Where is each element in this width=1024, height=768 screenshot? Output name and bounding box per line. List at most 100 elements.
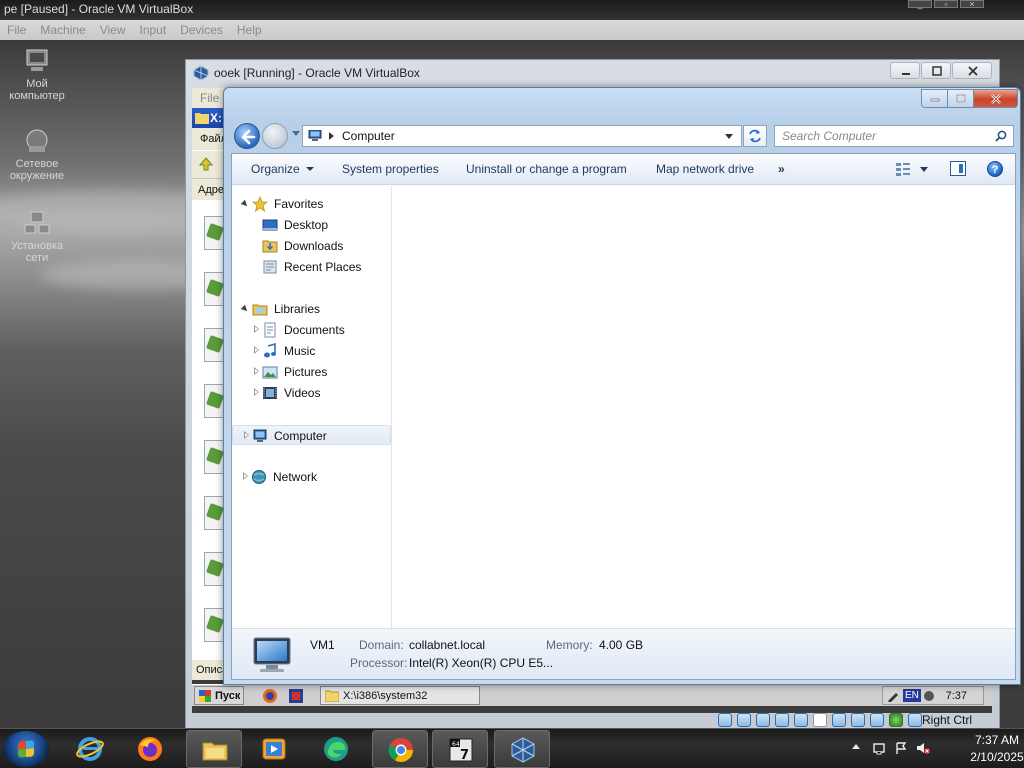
flag-icon[interactable] [894, 741, 908, 755]
guest-start-button[interactable]: Пуск [194, 686, 244, 705]
expanded-arrow-icon[interactable] [240, 199, 250, 209]
memory-label: Memory: [546, 638, 593, 652]
desktop-icon-my-computer[interactable]: Мой компьютер [0, 46, 74, 102]
shared-folders-icon[interactable] [813, 713, 827, 727]
search-box[interactable] [774, 125, 1014, 147]
clock-date[interactable]: 2/10/2025 [970, 750, 1024, 764]
taskbar-7zip[interactable]: 64 7 [432, 730, 488, 768]
refresh-button[interactable] [743, 125, 767, 147]
content-pane[interactable] [393, 186, 1015, 628]
system-properties-button[interactable]: System properties [342, 162, 439, 176]
minimize-icon [902, 73, 910, 75]
help-button[interactable]: ? [987, 161, 1003, 177]
outer-maximize-button[interactable]: ▫ [934, 0, 958, 9]
vm-maximize-button[interactable] [921, 62, 951, 79]
nav-item-videos[interactable]: Videos [232, 383, 391, 403]
tray-icon[interactable] [923, 690, 935, 702]
vm-minimize-button[interactable] [890, 62, 920, 79]
map-network-drive-button[interactable]: Map network drive [656, 162, 754, 176]
taskbar-chrome[interactable] [372, 730, 428, 768]
change-view-icon[interactable] [896, 162, 910, 176]
firefox-icon[interactable] [262, 688, 278, 704]
search-input[interactable] [775, 126, 987, 146]
nav-network[interactable]: Network [232, 467, 391, 487]
nav-item-desktop[interactable]: Desktop [232, 215, 391, 235]
outer-minimize-button[interactable]: _ [908, 0, 932, 9]
nav-item-recent-places[interactable]: Recent Places [232, 257, 391, 277]
preview-pane-button[interactable] [950, 161, 966, 176]
explorer-minimize-button[interactable] [921, 89, 948, 108]
collapsed-arrow-icon[interactable] [254, 388, 259, 396]
address-bar[interactable]: Computer [302, 125, 742, 147]
taskbar-firefox[interactable] [122, 730, 178, 768]
address-location[interactable]: Computer [342, 129, 395, 143]
vm-close-button[interactable] [952, 62, 992, 79]
network-adapter-icon[interactable] [775, 713, 789, 727]
taskbar-media-player[interactable] [246, 730, 302, 768]
nav-computer[interactable]: Computer [232, 425, 391, 445]
outer-menu-file[interactable]: File [0, 20, 33, 40]
optical-drive-icon[interactable] [737, 713, 751, 727]
guest-menu-file[interactable]: File [200, 91, 219, 105]
nav-item-downloads[interactable]: Downloads [232, 236, 391, 256]
computer-icon [253, 429, 267, 442]
explorer-maximize-button[interactable] [948, 89, 974, 108]
view-options-dropdown[interactable] [920, 167, 928, 172]
organize-button[interactable]: Organize [251, 162, 314, 176]
volume-muted-icon[interactable] [916, 741, 930, 755]
guest-task-folder[interactable]: X:\i386\system32 [320, 686, 480, 705]
explorer-close-button[interactable] [974, 89, 1018, 108]
navigation-pane: Favorites Desktop Downloads Recent Place… [232, 186, 392, 628]
nav-favorites[interactable]: Favorites [232, 194, 391, 214]
host-key-arrow-icon[interactable] [908, 713, 922, 727]
collapsed-arrow-icon[interactable] [254, 325, 259, 333]
desktop-icon [262, 219, 278, 231]
taskbar-virtualbox[interactable] [494, 730, 550, 768]
outer-menu-view[interactable]: View [93, 20, 133, 40]
app-icon[interactable] [288, 688, 304, 704]
uninstall-program-button[interactable]: Uninstall or change a program [466, 162, 627, 176]
start-button[interactable] [3, 731, 49, 767]
forward-button[interactable] [262, 123, 288, 149]
up-folder-icon[interactable] [198, 156, 214, 172]
usb-icon[interactable] [794, 713, 808, 727]
outer-menu-machine[interactable]: Machine [33, 20, 92, 40]
taskbar-file-explorer[interactable] [186, 730, 242, 768]
outer-close-button[interactable]: × [960, 0, 984, 9]
desktop-icon-network-places[interactable]: Сетевое окружение [0, 126, 74, 182]
recording-icon[interactable] [851, 713, 865, 727]
collapsed-arrow-icon[interactable] [244, 431, 249, 439]
mouse-integration-icon[interactable] [889, 713, 903, 727]
taskbar-internet-explorer[interactable] [62, 730, 118, 768]
more-commands-button[interactable]: » [778, 162, 785, 176]
nav-item-documents[interactable]: Documents [232, 320, 391, 340]
action-center-icon[interactable] [872, 741, 886, 755]
address-dropdown-icon[interactable] [725, 134, 733, 139]
search-icon[interactable] [995, 130, 1007, 142]
display-icon[interactable] [832, 713, 846, 727]
collapsed-arrow-icon[interactable] [243, 472, 248, 480]
outer-menu-help[interactable]: Help [230, 20, 269, 40]
virtualization-icon[interactable] [870, 713, 884, 727]
outer-menu-devices[interactable]: Devices [173, 20, 230, 40]
show-hidden-icons-button[interactable] [852, 744, 860, 749]
collapsed-arrow-icon[interactable] [254, 367, 259, 375]
network-places-icon [21, 126, 53, 156]
collapsed-arrow-icon[interactable] [254, 346, 259, 354]
clock-time[interactable]: 7:37 AM [970, 733, 1024, 747]
desktop-icon-network-setup[interactable]: Установка сети [0, 208, 74, 264]
outer-title-bar: pe [Paused] - Oracle VM VirtualBox _ ▫ × [0, 0, 1024, 20]
nav-libraries[interactable]: Libraries [232, 299, 391, 319]
breadcrumb-separator-icon[interactable] [329, 132, 334, 140]
nav-item-music[interactable]: Music [232, 341, 391, 361]
audio-icon[interactable] [756, 713, 770, 727]
language-indicator[interactable]: EN [903, 689, 921, 702]
back-button[interactable] [234, 123, 260, 149]
nav-item-pictures[interactable]: Pictures [232, 362, 391, 382]
expanded-arrow-icon[interactable] [240, 304, 250, 314]
recent-pages-dropdown[interactable] [292, 131, 300, 136]
hard-disk-icon[interactable] [718, 713, 732, 727]
pen-icon[interactable] [887, 690, 899, 702]
outer-menu-input[interactable]: Input [133, 20, 174, 40]
taskbar-edge[interactable] [308, 730, 364, 768]
